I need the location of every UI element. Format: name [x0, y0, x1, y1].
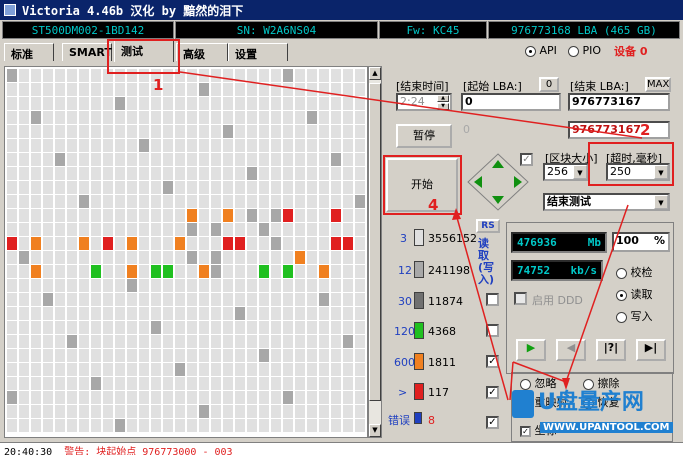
victoria-window: Victoria 4.46b 汉化 by 黯然的泪下 ST500DM002-1B… [0, 0, 683, 455]
watermark-brand: U盘量产网 [538, 390, 644, 415]
usb-logo-icon [512, 390, 534, 418]
watermark: U盘量产网 WWW.UPANTOOL.COM [512, 384, 680, 442]
watermark-url: WWW.UPANTOOL.COM [540, 422, 673, 433]
status-bar: 20:40:30 警告: 块起始点 976773000 - 003 [0, 442, 683, 455]
